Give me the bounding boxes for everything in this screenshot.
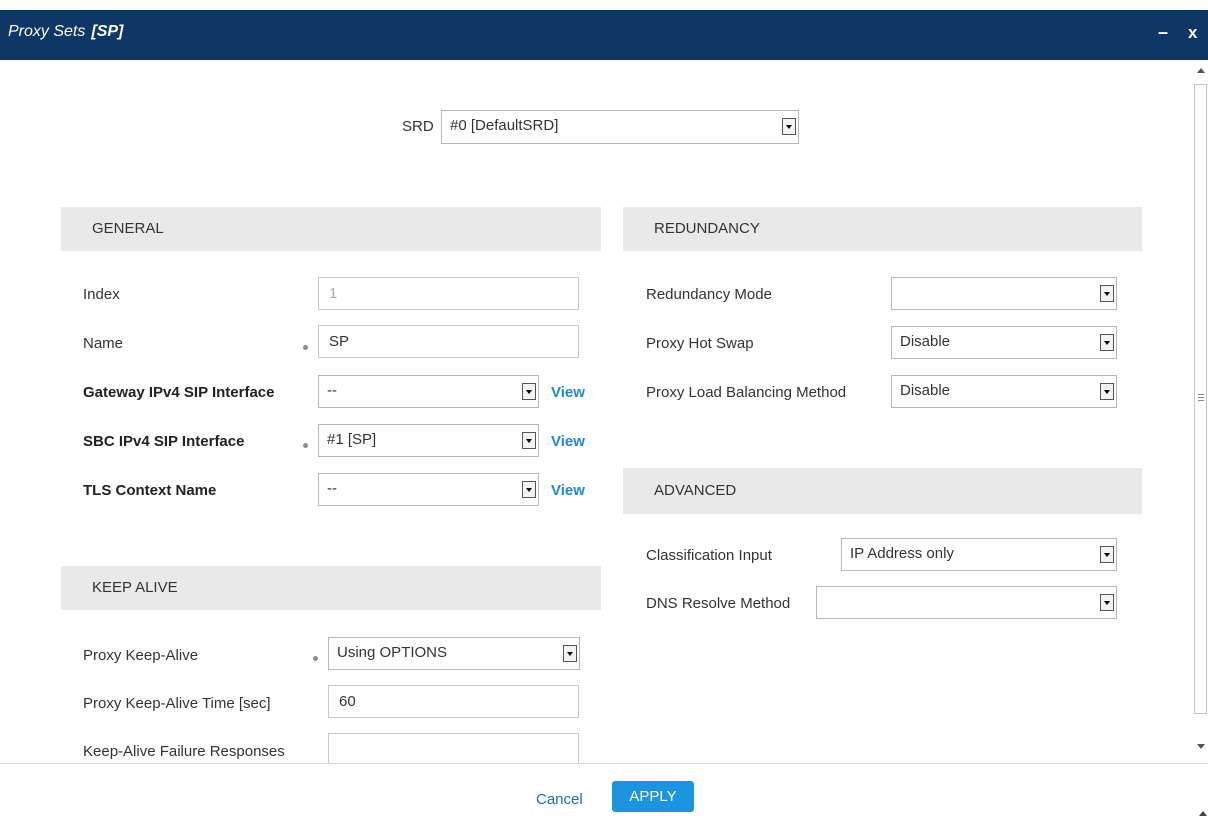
cancel-button[interactable]: Cancel (536, 791, 583, 808)
chevron-down-icon[interactable] (1100, 546, 1114, 563)
index-field: 1 (318, 277, 579, 310)
scrollbar-grip-icon (1198, 394, 1204, 401)
tls-context-select[interactable]: -- (318, 473, 539, 506)
classification-input-label: Classification Input (646, 547, 772, 564)
chevron-down-icon[interactable] (1100, 383, 1114, 400)
proxy-hot-swap-value: Disable (900, 333, 951, 350)
minimize-icon[interactable]: – (1158, 22, 1168, 43)
chevron-down-icon[interactable] (522, 383, 536, 400)
chevron-down-icon[interactable] (522, 481, 536, 498)
gateway-sip-interface-label: Gateway IPv4 SIP Interface (83, 384, 275, 401)
dns-resolve-method-label: DNS Resolve Method (646, 595, 791, 612)
name-field[interactable]: SP (318, 325, 579, 358)
advanced-section-header: ADVANCED (623, 468, 1142, 514)
redundancy-mode-select[interactable] (891, 277, 1117, 310)
chevron-down-icon[interactable] (1100, 334, 1114, 351)
sbc-sip-interface-view-link[interactable]: View (551, 433, 585, 450)
chevron-down-icon[interactable] (1100, 285, 1114, 302)
dialog-footer: Cancel APPLY (0, 763, 1208, 827)
dialog-title-sub: [SP] (91, 23, 124, 40)
gateway-sip-interface-view-link[interactable]: View (551, 384, 585, 401)
keep-alive-time-label: Proxy Keep-Alive Time [sec] (83, 695, 271, 712)
general-section-header: GENERAL (61, 207, 601, 251)
chevron-down-icon[interactable] (782, 118, 796, 135)
required-dot-icon (313, 656, 318, 661)
dialog-titlebar: Proxy Sets [SP] – x (0, 10, 1208, 60)
sbc-sip-interface-select[interactable]: #1 [SP] (318, 424, 539, 457)
redundancy-section-header: REDUNDANCY (623, 207, 1142, 251)
scroll-down-arrow-icon[interactable] (1197, 744, 1205, 749)
dialog-title: Proxy Sets [SP] (8, 23, 123, 41)
dialog-content: SRD #0 [DefaultSRD] GENERAL Index 1 Name… (0, 60, 1193, 763)
tls-context-label: TLS Context Name (83, 482, 217, 499)
load-balancing-method-label: Proxy Load Balancing Method (646, 384, 847, 401)
index-label: Index (83, 286, 120, 303)
sbc-sip-interface-value: #1 [SP] (327, 431, 377, 448)
gateway-sip-interface-value: -- (327, 382, 337, 399)
chevron-down-icon[interactable] (522, 432, 536, 449)
keep-alive-section-header: KEEP ALIVE (61, 566, 601, 610)
proxy-hot-swap-label: Proxy Hot Swap (646, 335, 754, 352)
tls-context-view-link[interactable]: View (551, 482, 585, 499)
classification-input-value: IP Address only (850, 545, 954, 562)
keep-alive-time-field[interactable]: 60 (328, 685, 579, 718)
scroll-up-arrow-icon[interactable] (1197, 68, 1205, 73)
apply-button[interactable]: APPLY (612, 781, 694, 812)
proxy-hot-swap-select[interactable]: Disable (891, 326, 1117, 359)
dns-resolve-method-select[interactable] (816, 586, 1117, 619)
proxy-keep-alive-select[interactable]: Using OPTIONS (328, 637, 580, 670)
dialog-title-main: Proxy Sets (8, 23, 86, 40)
keep-alive-failure-responses-label: Keep-Alive Failure Responses (83, 743, 285, 760)
srd-select[interactable]: #0 [DefaultSRD] (441, 110, 799, 144)
required-dot-icon (303, 345, 308, 350)
redundancy-mode-label: Redundancy Mode (646, 286, 772, 303)
proxy-keep-alive-label: Proxy Keep-Alive (83, 647, 199, 664)
chevron-down-icon[interactable] (563, 645, 577, 662)
keep-alive-failure-responses-field[interactable] (328, 733, 579, 763)
srd-value: #0 [DefaultSRD] (450, 117, 559, 134)
classification-input-select[interactable]: IP Address only (841, 538, 1117, 571)
tls-context-value: -- (327, 480, 337, 497)
name-label: Name (83, 335, 124, 352)
sbc-sip-interface-label: SBC IPv4 SIP Interface (83, 433, 245, 450)
gateway-sip-interface-select[interactable]: -- (318, 375, 539, 408)
load-balancing-method-value: Disable (900, 382, 951, 399)
chevron-down-icon[interactable] (1100, 594, 1114, 611)
close-icon[interactable]: x (1188, 23, 1197, 43)
srd-label: SRD (402, 118, 434, 135)
chevron-up-icon[interactable] (1199, 811, 1207, 816)
load-balancing-method-select[interactable]: Disable (891, 375, 1117, 408)
required-dot-icon (303, 443, 308, 448)
proxy-keep-alive-value: Using OPTIONS (337, 644, 448, 661)
